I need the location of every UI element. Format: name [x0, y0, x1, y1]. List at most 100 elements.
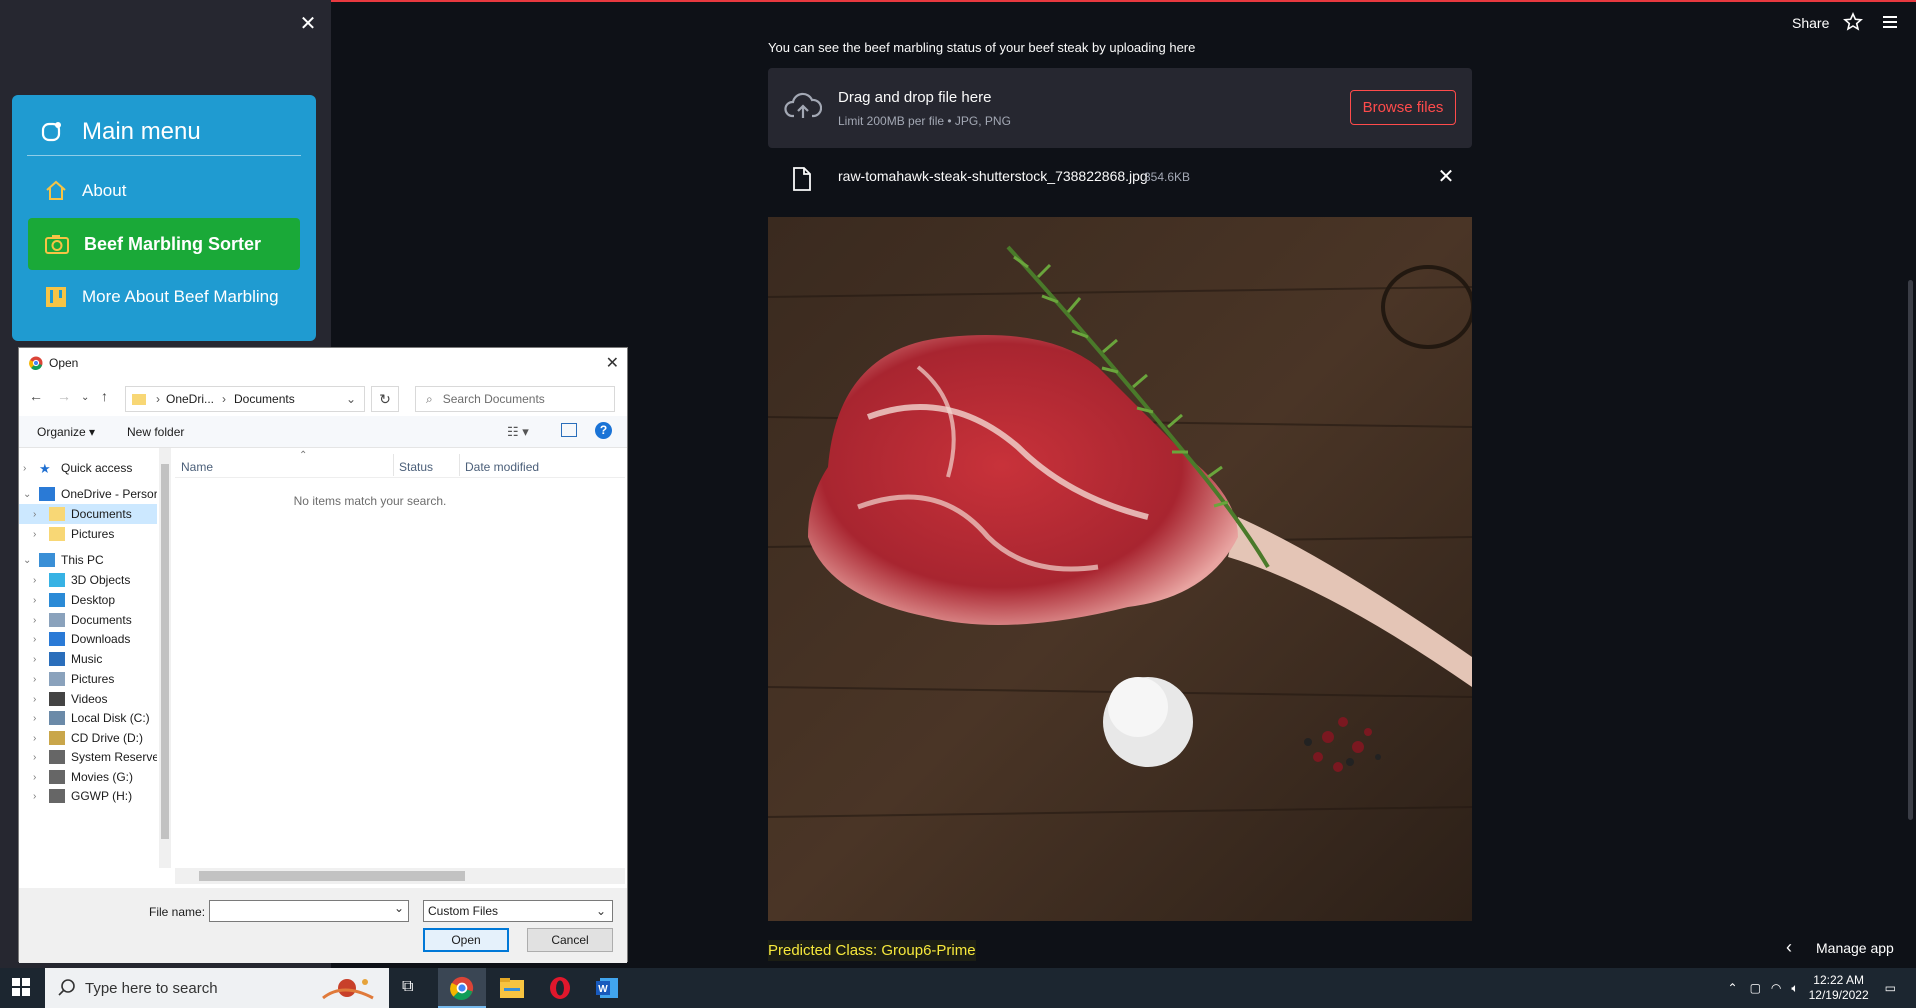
breadcrumb-separator: ›: [222, 392, 227, 406]
chevron-right-icon[interactable]: ›: [33, 694, 45, 705]
help-icon[interactable]: ?: [595, 422, 612, 439]
dropzone-title: Drag and drop file here: [838, 89, 992, 106]
chevron-right-icon[interactable]: ›: [33, 615, 45, 626]
file-dropzone[interactable]: Drag and drop file here Limit 200MB per …: [768, 68, 1472, 148]
tree-item[interactable]: › Documents: [19, 504, 157, 524]
chevron-right-icon[interactable]: ›: [33, 654, 45, 665]
tree-item[interactable]: ⌄ This PC: [19, 550, 104, 570]
chevron-right-icon[interactable]: ›: [33, 529, 45, 540]
tree-item[interactable]: › Movies (G:): [19, 767, 133, 787]
address-dropdown-icon[interactable]: ⌄: [346, 392, 356, 406]
chevron-right-icon[interactable]: ›: [33, 575, 45, 586]
browse-files-button[interactable]: Browse files: [1350, 90, 1456, 125]
open-button[interactable]: Open: [423, 928, 509, 952]
chevron-right-icon[interactable]: ›: [33, 634, 45, 645]
tree-item[interactable]: › Videos: [19, 689, 107, 709]
new-folder-button[interactable]: New folder: [127, 425, 184, 439]
back-arrow-icon[interactable]: ←: [29, 388, 43, 404]
tree-item[interactable]: › 3D Objects: [19, 570, 130, 590]
menu-item-label: About: [82, 181, 127, 200]
tree-item-icon: [49, 613, 65, 627]
menu-item-about[interactable]: About: [28, 165, 300, 217]
tree-item-label: System Reservec: [71, 750, 157, 764]
menu-item-more-about-beef-marbling[interactable]: More About Beef Marbling: [28, 271, 300, 323]
windows-start-icon[interactable]: [12, 978, 30, 996]
chevron-right-icon[interactable]: ›: [33, 595, 45, 606]
chevron-right-icon[interactable]: ›: [33, 772, 45, 783]
preview-pane-icon[interactable]: [561, 423, 577, 437]
task-view-icon[interactable]: ⧉: [402, 978, 413, 996]
chevron-right-icon[interactable]: ›: [23, 463, 35, 474]
tree-item[interactable]: › ★ Quick access: [19, 458, 132, 478]
tree-item[interactable]: › Desktop: [19, 590, 115, 610]
address-bar[interactable]: › OneDri... › Documents ⌄: [125, 386, 365, 412]
breadcrumb-onedrive[interactable]: OneDri...: [166, 392, 214, 406]
cancel-button[interactable]: Cancel: [527, 928, 613, 952]
star-icon[interactable]: [1843, 12, 1863, 37]
chrome-taskbar-icon[interactable]: [438, 968, 486, 1008]
share-button[interactable]: Share: [1792, 15, 1829, 31]
hamburger-menu-icon[interactable]: [1880, 12, 1900, 37]
wifi-icon[interactable]: ◠: [1771, 981, 1781, 995]
tree-item[interactable]: › Local Disk (C:): [19, 708, 150, 728]
breadcrumb-documents[interactable]: Documents: [234, 392, 295, 406]
tree-item-icon: [49, 750, 65, 764]
column-status[interactable]: Status: [399, 460, 433, 474]
view-options-icon[interactable]: ☷ ▾: [507, 424, 529, 440]
column-date-modified[interactable]: Date modified: [465, 460, 539, 474]
tree-item[interactable]: › System Reservec: [19, 747, 157, 767]
manage-app-button[interactable]: ‹ Manage app: [1786, 937, 1894, 958]
tree-item-icon: [39, 487, 55, 501]
chevron-right-icon[interactable]: ›: [33, 791, 45, 802]
file-name-input[interactable]: [209, 900, 409, 922]
menu-title: Main menu: [82, 118, 201, 145]
remove-file-icon[interactable]: ✕: [1434, 164, 1458, 189]
close-sidebar-icon[interactable]: ✕: [296, 12, 320, 36]
chevron-down-icon[interactable]: ⌄: [23, 555, 35, 566]
dialog-close-icon[interactable]: ✕: [606, 353, 619, 373]
search-documents-input[interactable]: ⌕ Search Documents: [415, 386, 615, 412]
column-name[interactable]: Name: [181, 460, 213, 474]
file-list-hscrollbar[interactable]: [175, 868, 625, 884]
system-clock[interactable]: 12:22 AM 12/19/2022: [1809, 973, 1869, 1003]
file-size: 354.6KB: [1144, 170, 1191, 184]
tree-item-label: Local Disk (C:): [71, 711, 150, 725]
up-arrow-icon[interactable]: ↑: [101, 388, 108, 404]
tree-item[interactable]: › Pictures: [19, 669, 114, 689]
refresh-icon[interactable]: ↻: [371, 386, 399, 412]
chevron-down-icon[interactable]: ⌄: [23, 489, 35, 500]
taskbar-search-box[interactable]: Type here to search: [45, 968, 389, 1008]
chevron-up-icon[interactable]: ⌃: [1728, 981, 1738, 995]
tree-item[interactable]: › Music: [19, 649, 102, 669]
menu-item-beef-marbling-sorter[interactable]: Beef Marbling Sorter: [28, 218, 300, 270]
tree-item[interactable]: › Documents: [19, 610, 132, 630]
tree-item[interactable]: › Pictures: [19, 524, 114, 544]
chevron-right-icon[interactable]: ›: [33, 733, 45, 744]
recent-locations-icon[interactable]: ⌄: [81, 392, 89, 403]
organize-menu-button[interactable]: Organize ▾: [37, 425, 95, 439]
tree-item[interactable]: › Downloads: [19, 629, 130, 649]
menu-item-label: Beef Marbling Sorter: [84, 233, 262, 254]
forward-arrow-icon[interactable]: →: [57, 388, 71, 404]
tree-item[interactable]: › GGWP (H:): [19, 786, 132, 806]
tree-item-icon: [49, 507, 65, 521]
tree-scrollbar[interactable]: [159, 448, 171, 868]
svg-text:W: W: [598, 984, 608, 995]
house-icon: [46, 180, 66, 200]
tree-item-label: Desktop: [71, 593, 116, 607]
chevron-right-icon[interactable]: ›: [33, 674, 45, 685]
tree-item[interactable]: ⌄ OneDrive - Persor: [19, 484, 157, 504]
volume-icon[interactable]: 🔈︎: [1791, 981, 1798, 996]
word-taskbar-icon[interactable]: W: [584, 968, 632, 1008]
page-scrollbar[interactable]: [1908, 280, 1913, 820]
tree-item[interactable]: › CD Drive (D:): [19, 728, 143, 748]
meet-now-icon[interactable]: ▢: [1750, 981, 1761, 995]
file-type-select[interactable]: Custom Files ⌄: [423, 900, 613, 922]
notifications-icon[interactable]: ▭: [1885, 981, 1896, 995]
camera-icon: [45, 235, 69, 254]
file-explorer-taskbar-icon[interactable]: [488, 968, 536, 1008]
opera-taskbar-icon[interactable]: [536, 968, 584, 1008]
chevron-right-icon[interactable]: ›: [33, 713, 45, 724]
chevron-right-icon[interactable]: ›: [33, 509, 45, 520]
chevron-right-icon[interactable]: ›: [33, 752, 45, 763]
